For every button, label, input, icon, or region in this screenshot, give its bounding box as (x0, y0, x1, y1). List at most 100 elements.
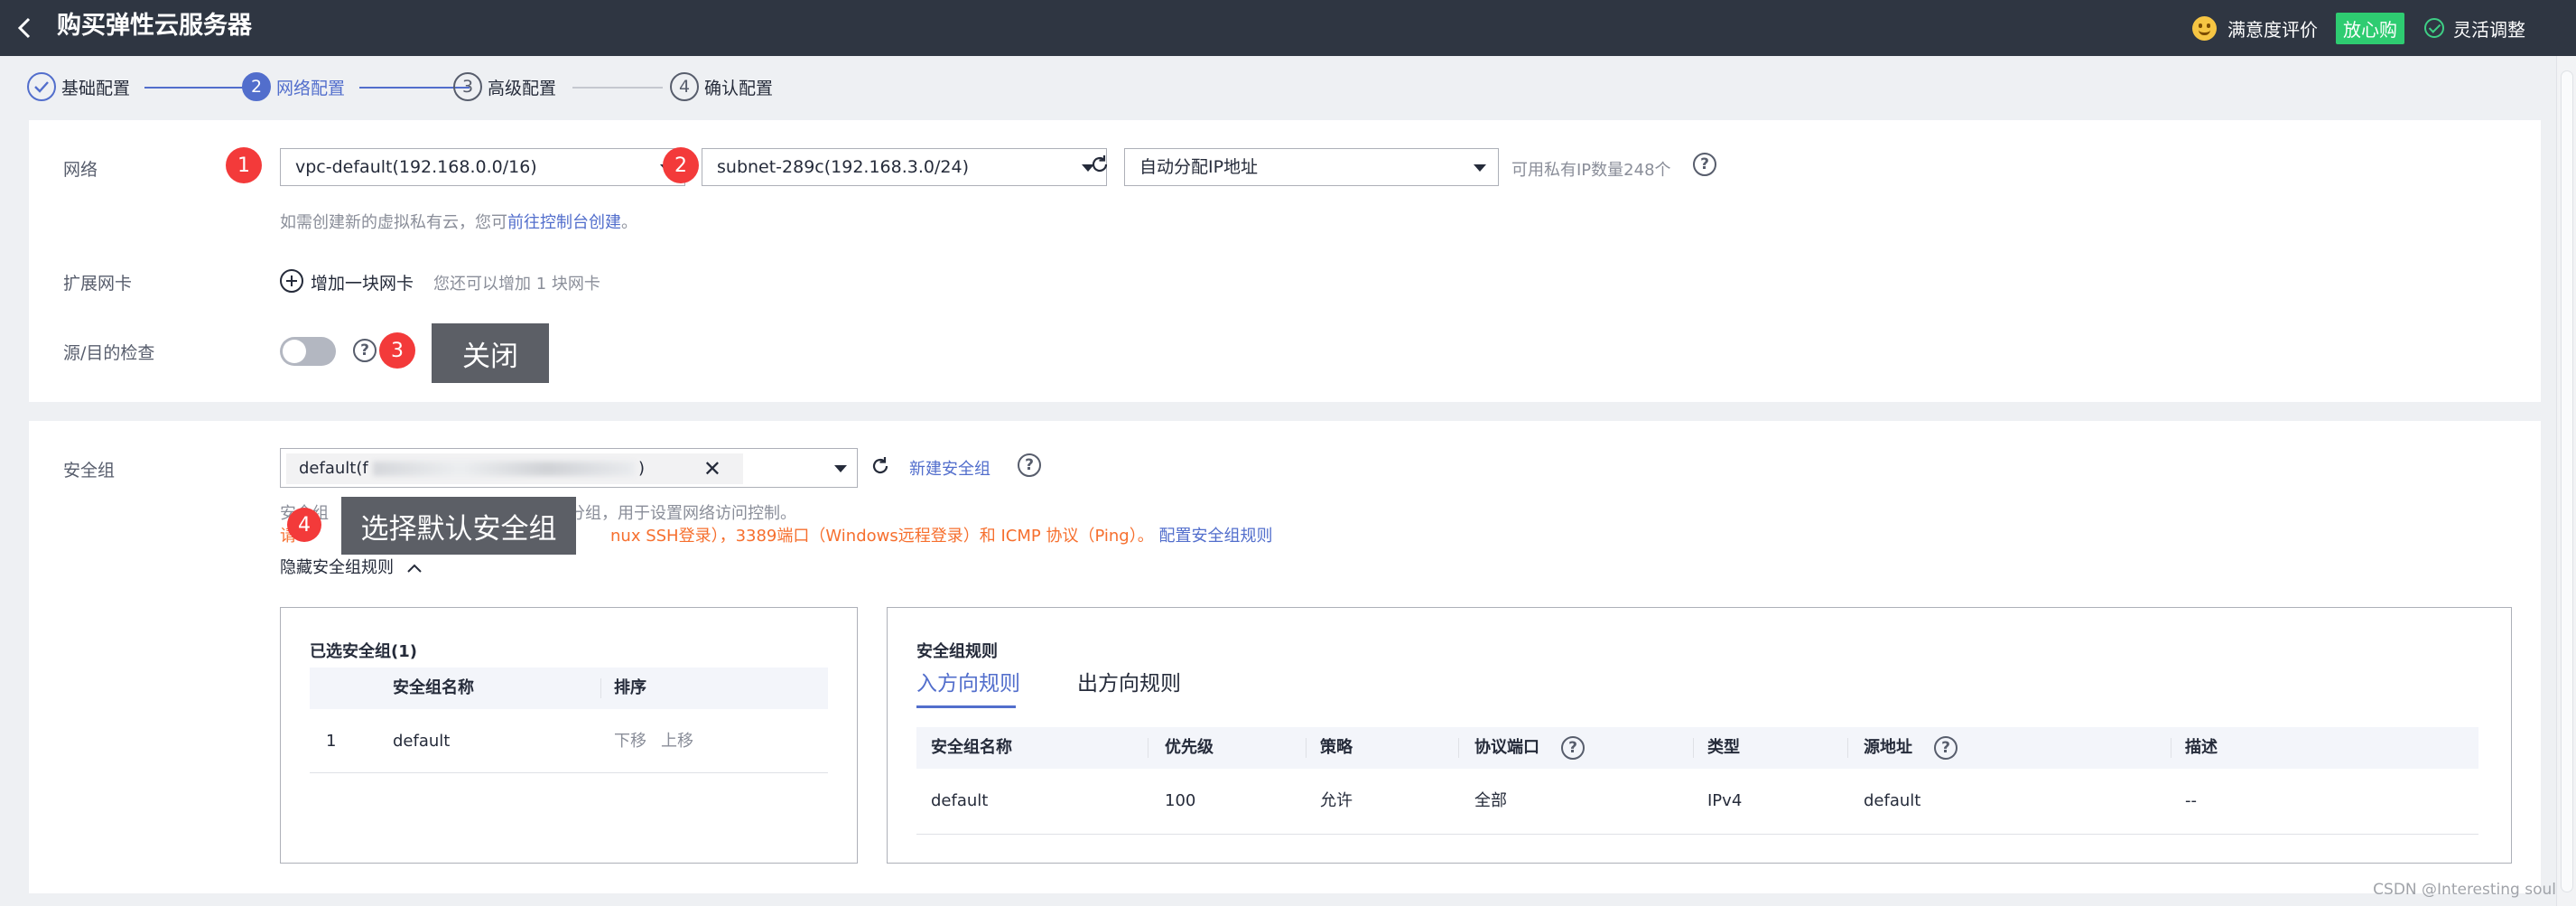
add-circle-icon[interactable] (280, 269, 303, 293)
smile-icon (2192, 15, 2217, 41)
satisfaction-link[interactable]: 满意度评价 (2227, 15, 2318, 42)
page-scrollbar[interactable] (2556, 56, 2576, 906)
rule-port: 全部 (1474, 791, 1507, 810)
annotation-badge-3: 3 (379, 332, 415, 369)
ip-assign-value: 自动分配IP地址 (1139, 157, 1259, 177)
row-divider (310, 772, 828, 773)
rule-type: IPv4 (1707, 791, 1743, 810)
row-group-name: default (393, 732, 451, 751)
step-label: 确认配置 (704, 78, 774, 98)
rules-table-header: 安全组名称 优先级 策略 协议端口 ? 类型 源地址 ? 描述 (916, 727, 2478, 769)
chevron-up-icon (407, 564, 422, 573)
rule-source-link[interactable]: default (1864, 790, 1920, 812)
remove-chip-icon[interactable]: ✕ (703, 453, 721, 484)
security-group-card: 安全组 default(f ) ✕ 新建安全组 ? 安全组 上的分组，用于设置网… (29, 421, 2541, 893)
step-basic[interactable]: 基础配置 (27, 69, 130, 105)
rules-title: 安全组规则 (916, 642, 998, 661)
rule-group: default (931, 791, 989, 810)
active-tab-indicator (916, 705, 1016, 708)
add-nic-button[interactable]: 增加一块网卡 (311, 270, 414, 294)
move-down-link[interactable]: 下移 (614, 731, 646, 752)
step-network[interactable]: 2 网络配置 (242, 69, 345, 105)
page-title: 购买弹性云服务器 (57, 12, 252, 40)
col-header: 优先级 (1165, 738, 1214, 757)
col-separator (1148, 738, 1149, 758)
step-number: 3 (453, 72, 482, 101)
src-dst-switch[interactable] (280, 337, 336, 366)
refresh-secgroup-icon[interactable] (870, 455, 891, 477)
vpc-hint-text: 如需创建新的虚拟私有云，您可 (280, 213, 507, 232)
annotation-badge-4: 4 (287, 508, 321, 542)
refresh-subnet-icon[interactable] (1089, 154, 1111, 175)
secgroup-label: 安全组 (63, 461, 116, 481)
step-number: 4 (670, 72, 699, 101)
vpc-hint-end: 。 (621, 213, 637, 232)
ip-assign-select[interactable]: 自动分配IP地址 (1124, 148, 1499, 186)
help-icon[interactable]: ? (1934, 736, 1958, 760)
vpc-value: vpc-default(192.168.0.0/16) (295, 157, 537, 177)
step-label: 高级配置 (488, 78, 557, 98)
vpc-select[interactable]: vpc-default(192.168.0.0/16) (280, 148, 685, 186)
col-header: 安全组名称 (931, 738, 1012, 757)
chip-text: default(f (299, 459, 368, 478)
check-circle-icon (2424, 18, 2444, 38)
step-label: 基础配置 (61, 78, 131, 98)
step-connector (572, 87, 663, 89)
redacted-id (373, 462, 635, 476)
selected-groups-panel: 已选安全组(1) 安全组名称 排序 1 default 下移 上移 (280, 607, 858, 864)
row-index: 1 (326, 732, 337, 751)
col-separator (1306, 738, 1307, 758)
rule-priority: 100 (1165, 791, 1196, 810)
tab-inbound-rules[interactable]: 入方向规则 (916, 666, 1020, 696)
move-up-link[interactable]: 上移 (661, 731, 693, 752)
subnet-select[interactable]: subnet-289c(192.168.3.0/24) (702, 148, 1107, 186)
flex-adjust-link[interactable]: 灵活调整 (2453, 15, 2525, 42)
row-divider (916, 834, 2478, 835)
switch-knob (283, 340, 306, 363)
col-separator (1693, 738, 1694, 758)
annotation-tip-default-group: 选择默认安全组 (341, 497, 576, 555)
top-bar: 购买弹性云服务器 满意度评价 放心购 灵活调整 (0, 0, 2576, 56)
network-label: 网络 (63, 160, 98, 180)
col-header: 排序 (614, 678, 646, 697)
port-warning: nux SSH登录），3389端口（Windows远程登录）和 ICMP 协议（… (610, 523, 1272, 546)
caret-down-icon (834, 465, 847, 472)
tab-outbound-rules[interactable]: 出方向规则 (1077, 666, 1181, 696)
col-header: 协议端口 (1474, 738, 1539, 757)
config-rules-link[interactable]: 配置安全组规则 (1158, 527, 1272, 546)
fxg-badge: 放心购 (2336, 12, 2404, 44)
ext-nic-label: 扩展网卡 (63, 274, 133, 294)
nic-remaining: 您还可以增加 1 块网卡 (433, 275, 600, 294)
col-separator (600, 678, 601, 698)
annotation-tip-close: 关闭 (432, 323, 549, 383)
step-done-check-icon (27, 72, 56, 101)
create-vpc-link[interactable]: 前往控制台创建 (507, 213, 621, 232)
col-separator (1847, 738, 1848, 758)
available-ip-count: 可用私有IP数量248个 (1511, 161, 1671, 180)
new-secgroup-link[interactable]: 新建安全组 (909, 456, 990, 480)
help-icon[interactable]: ? (1561, 736, 1585, 760)
src-dst-label: 源/目的检查 (63, 343, 155, 363)
step-advanced[interactable]: 3 高级配置 (453, 69, 556, 105)
port-warning-text: nux SSH登录），3389端口（Windows远程登录）和 ICMP 协议（… (610, 527, 1154, 546)
col-header: 策略 (1320, 738, 1353, 757)
step-number: 2 (242, 72, 271, 101)
rule-policy: 允许 (1320, 791, 1353, 810)
selected-groups-header: 安全组名称 排序 (310, 668, 828, 709)
network-card: 网络 1 vpc-default(192.168.0.0/16) 2 subne… (29, 120, 2541, 402)
caret-down-icon (1474, 164, 1486, 172)
col-header: 类型 (1707, 738, 1740, 757)
annotation-badge-2: 2 (663, 147, 699, 183)
help-icon[interactable]: ? (1693, 153, 1716, 176)
hide-rules-toggle[interactable]: 隐藏安全组规则 (280, 555, 423, 578)
secgroup-select[interactable]: default(f ) ✕ (280, 448, 858, 488)
help-icon[interactable]: ? (1018, 453, 1041, 477)
help-icon[interactable]: ? (353, 339, 377, 362)
back-arrow-icon[interactable] (13, 13, 40, 43)
subnet-value: subnet-289c(192.168.3.0/24) (717, 157, 969, 177)
rule-desc: -- (2185, 791, 2197, 810)
col-header: 源地址 (1864, 738, 1912, 757)
step-confirm[interactable]: 4 确认配置 (670, 69, 773, 105)
chip-text-end: ) (638, 459, 646, 478)
scrollbar-thumb[interactable] (2561, 70, 2573, 892)
